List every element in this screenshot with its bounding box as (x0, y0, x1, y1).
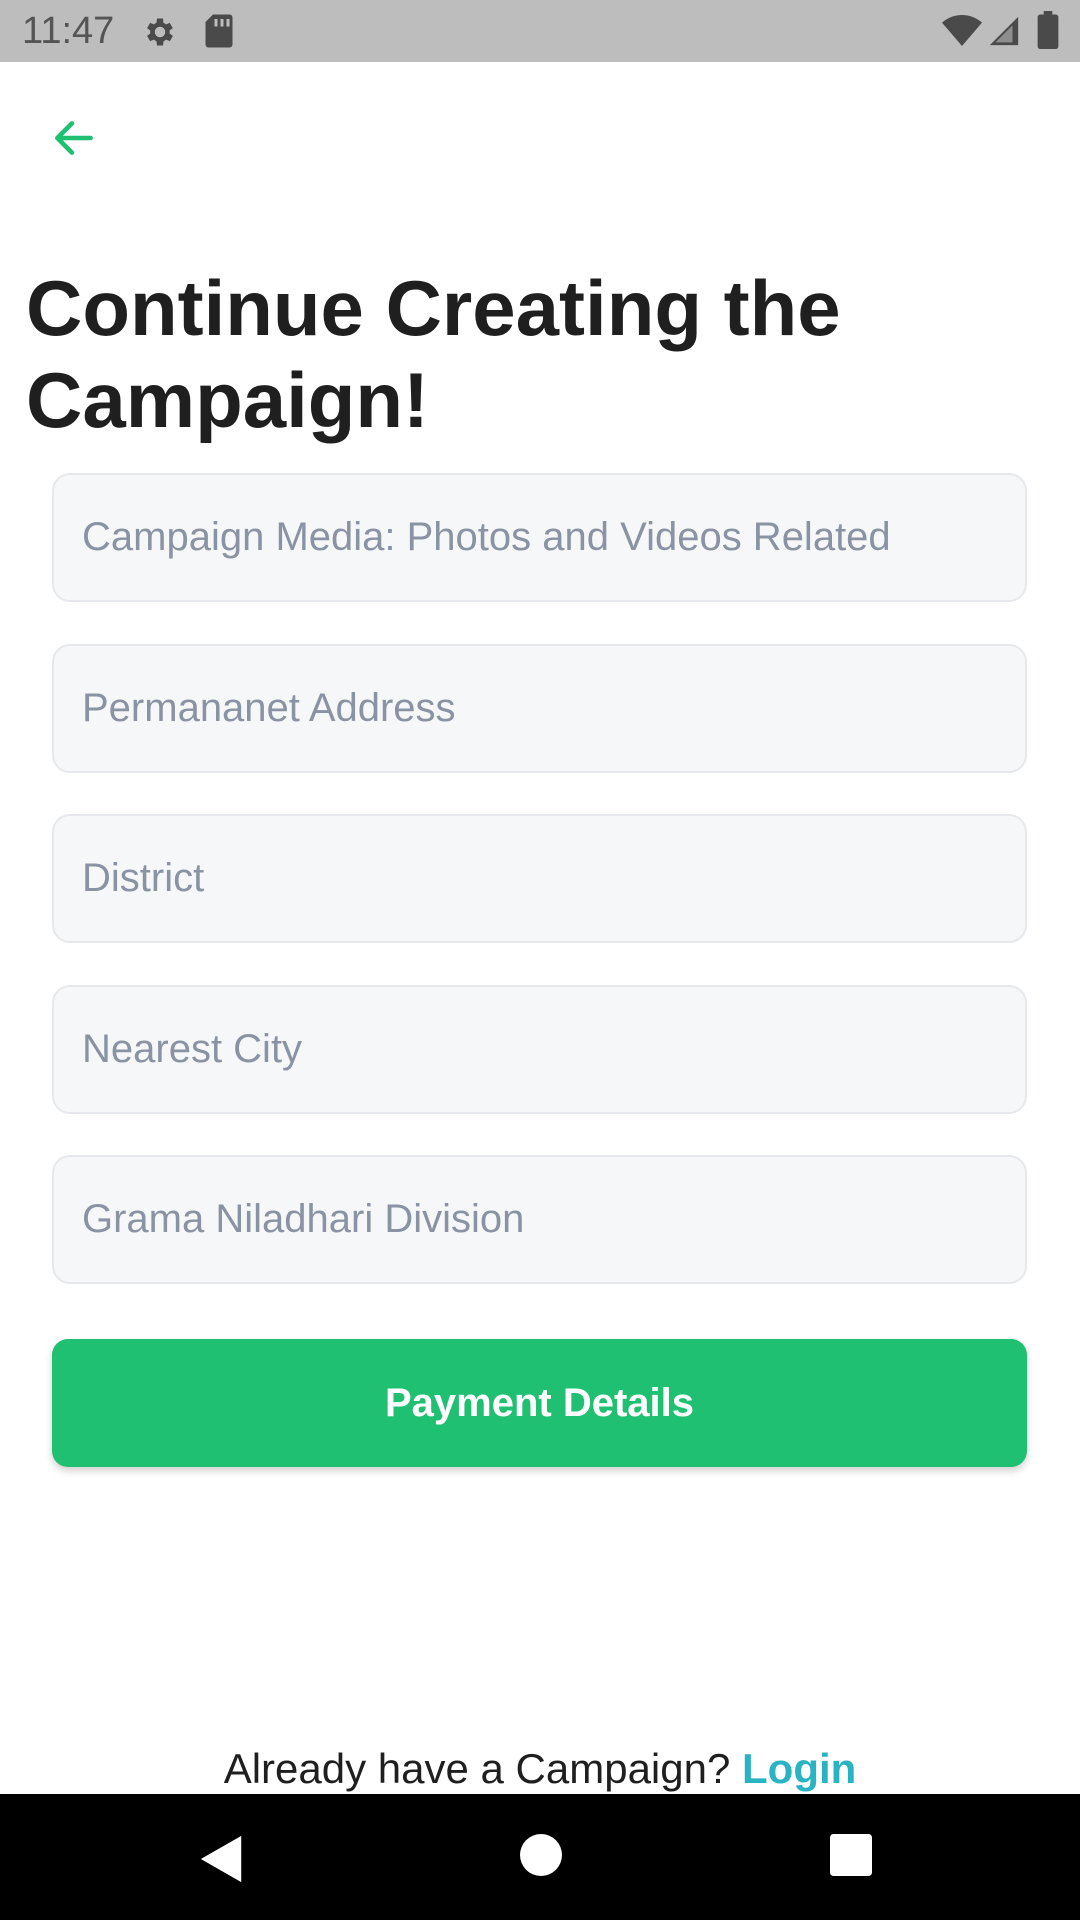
login-prompt: Already have a Campaign? Login (0, 1744, 1080, 1794)
gear-icon (147, 18, 173, 46)
district-input[interactable] (52, 814, 1027, 943)
screen: 11:47 Continue Creating the Campaign! Ca… (0, 0, 1080, 1920)
back-button[interactable] (40, 104, 108, 172)
permanent-address-input[interactable] (52, 644, 1027, 773)
sd-card-icon (205, 14, 233, 48)
login-prompt-text: Already have a Campaign? (223, 1745, 743, 1792)
nav-home-icon[interactable] (520, 1834, 562, 1876)
battery-icon (1037, 11, 1059, 49)
grama-niladhari-division-input[interactable] (52, 1155, 1027, 1284)
page-title: Continue Creating the Campaign! (26, 264, 841, 444)
arrow-left-icon (55, 121, 93, 155)
payment-details-button[interactable]: Payment Details (52, 1339, 1027, 1467)
status-time: 11:47 (22, 10, 115, 52)
nav-back-icon[interactable] (198, 1834, 246, 1884)
nearest-city-input[interactable] (52, 985, 1027, 1114)
campaign-media-input[interactable] (52, 473, 1027, 602)
nav-recents-icon[interactable] (830, 1834, 872, 1876)
navigation-bar (0, 1794, 1080, 1920)
login-link[interactable]: Login (742, 1745, 856, 1792)
status-bar: 11:47 (0, 0, 1080, 62)
wifi-icon (942, 15, 982, 46)
signal-icon (989, 16, 1019, 46)
